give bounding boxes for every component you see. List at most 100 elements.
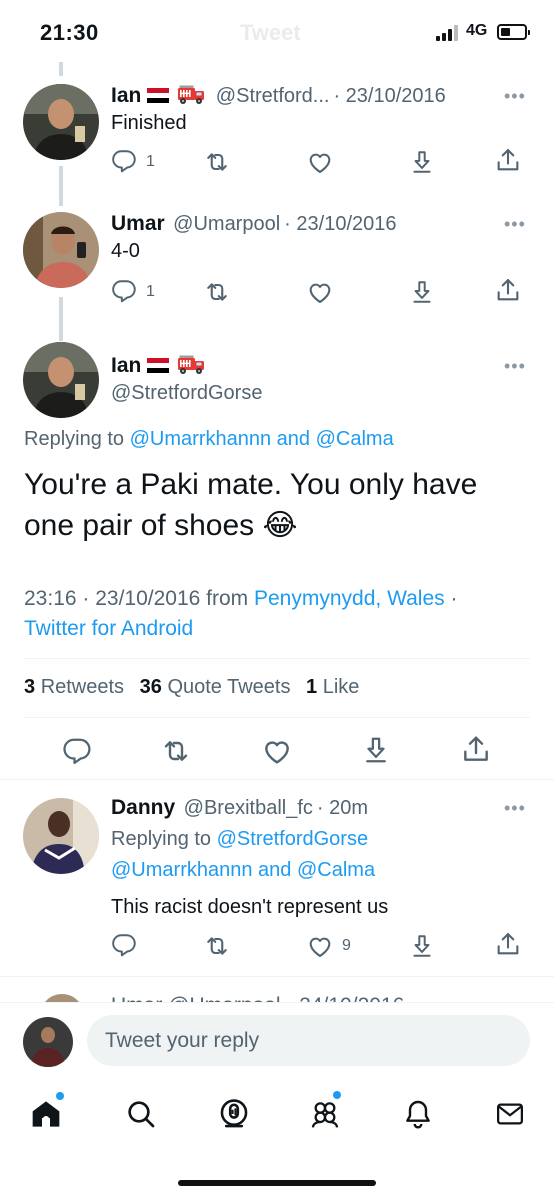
more-options-icon[interactable]: ••• [504,86,526,107]
handle[interactable]: @Brexitball_fc [184,797,313,819]
home-icon[interactable] [30,1098,62,1130]
share-icon[interactable] [494,276,522,304]
battery-icon [497,24,530,40]
more-options-icon[interactable]: ••• [504,356,526,377]
avatar-umar[interactable] [23,212,99,288]
avatar-danny[interactable] [23,798,99,874]
download-icon[interactable] [409,148,435,176]
handle[interactable]: @Stretford... [216,85,330,107]
display-name[interactable]: Umar [111,212,165,235]
divider [0,1002,554,1003]
reply-icon[interactable] [111,278,137,304]
status-time: 21:30 [40,20,99,45]
like-count: 9 [342,937,351,954]
like-icon[interactable] [306,278,334,306]
handle[interactable]: @StretfordGorse [111,382,262,405]
share-icon[interactable] [494,930,522,958]
tweet-meta: 23:16 · 23/10/2016 from Penymynydd, Wale… [24,584,534,644]
thread-tweet-2[interactable]: Umar @Umarpool · 23/10/2016 ••• 4-0 1 [0,210,554,316]
user-avatar[interactable] [23,1017,73,1067]
reply-placeholder: Tweet your reply [105,1029,260,1052]
handle[interactable]: @Umarpool [173,213,280,235]
tab-bar [0,1080,554,1150]
thread-line-top [59,62,63,76]
retweet-icon[interactable] [203,932,231,960]
retweet-icon[interactable] [203,278,231,306]
messages-icon[interactable] [494,1099,526,1129]
reply-count: 1 [146,283,155,300]
tweet-header: Ian @Stretford... · 23/10/2016 [111,82,446,112]
share-icon[interactable] [460,733,492,765]
mention-and[interactable]: and [277,428,310,450]
tweet-header: Danny @Brexitball_fc · 20m [111,794,368,824]
tweet-date: · 23/10/2016 [284,213,397,235]
status-bar: Tweet 21:30 4G [0,0,554,64]
divider [24,717,530,718]
search-icon[interactable] [125,1098,157,1130]
tweet-header: Ian [111,352,205,382]
display-name[interactable]: Ian [111,354,141,377]
reply-icon[interactable] [111,148,137,174]
like-icon[interactable] [306,932,334,960]
meta-separator: · [450,587,458,610]
download-icon[interactable] [409,278,435,306]
mention-link[interactable]: @StretfordGorse [217,828,368,850]
replying-to: Replying to @Umarrkhannn and @Calma [24,428,394,451]
cut-off-text: Umar @Umarpool · 24/10/2016 [111,994,404,1002]
like-icon[interactable] [261,735,293,767]
mention-and[interactable]: and [258,859,291,881]
download-icon[interactable] [361,734,391,766]
home-badge-dot [56,1092,64,1100]
avatar-ian[interactable] [23,84,99,160]
more-options-icon[interactable]: ••• [504,798,526,819]
display-name[interactable]: Danny [111,796,175,819]
mention-link[interactable]: @Umarrkhannn [111,859,252,881]
replying-prefix: Replying to [111,828,212,850]
share-icon[interactable] [494,146,522,174]
avatar-ian[interactable] [23,342,99,418]
like-icon[interactable] [306,148,334,176]
reply-icon[interactable] [62,736,92,766]
tweet-header: Umar @Umarpool · 23/10/2016 [111,210,397,240]
display-name[interactable]: Ian [111,84,141,107]
more-options-icon[interactable]: ••• [504,214,526,235]
reply-count: 1 [146,153,155,170]
tweet-timestamp: 23:16 · 23/10/2016 from [24,587,249,610]
location-link[interactable]: Penymynydd, Wales [254,587,445,610]
mention-link[interactable]: @Calma [316,428,394,450]
main-tweet-text: You're a Paki mate. You only have one pa… [24,468,478,542]
signal-icon [436,25,458,41]
reply-tweet[interactable]: Danny @Brexitball_fc · 20m ••• Replying t… [0,792,554,972]
quote-tweets-stat[interactable]: 36 Quote Tweets [140,676,291,698]
divider [24,658,530,659]
header-title-faded: Tweet [240,20,301,45]
retweets-stat[interactable]: 3 Retweets [24,676,124,698]
client-link[interactable]: Twitter for Android [24,617,193,640]
fire-engine-icon [177,84,205,106]
retweet-icon[interactable] [160,735,192,767]
tweet-text: This racist doesn't represent us [111,896,389,918]
retweet-icon[interactable] [203,148,231,176]
engagement-stats: 3 Retweets 36 Quote Tweets 1 Like [24,676,359,699]
main-tweet: Ian @StretfordGorse ••• Replying to @Uma… [0,340,554,780]
home-indicator [178,1180,376,1186]
egypt-flag-icon [147,88,170,104]
fire-engine-icon [177,354,205,376]
network-label: 4G [466,22,488,39]
notifications-icon[interactable] [402,1097,434,1131]
divider [0,976,554,977]
egypt-flag-icon [147,358,170,374]
mention-link[interactable]: @Calma [297,859,375,881]
tweet-date: · 23/10/2016 [333,85,446,107]
reply-icon[interactable] [111,932,137,958]
spaces-icon[interactable] [217,1097,251,1131]
divider [0,779,554,780]
likes-stat[interactable]: 1 Like [306,676,359,698]
reply-input[interactable]: Tweet your reply [87,1015,530,1066]
mention-link[interactable]: @Umarrkhannn [130,428,271,450]
thread-tweet-1[interactable]: Ian @Stretford... · 23/10/2016 ••• Finish… [0,80,554,186]
download-icon[interactable] [409,932,435,960]
communities-icon[interactable] [308,1098,342,1130]
avatar-umar [40,994,84,1002]
tweet-text: 4-0 [111,240,140,262]
